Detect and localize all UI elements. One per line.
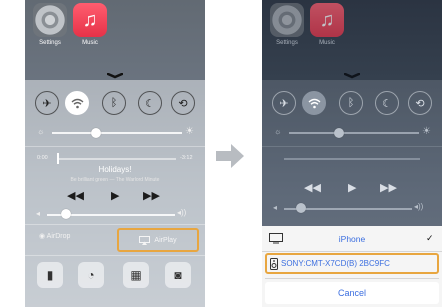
divider	[25, 224, 205, 225]
settings-app-icon[interactable]	[270, 3, 304, 37]
flashlight-icon: ▮	[46, 268, 54, 282]
brightness-low-icon: ☼	[37, 127, 45, 136]
rotation-lock-toggle[interactable]: ⟲	[171, 91, 195, 115]
grabber-handle[interactable]	[344, 73, 360, 79]
bluetooth-icon: ᛒ	[347, 97, 355, 109]
elapsed-time: 0:00	[37, 155, 48, 161]
volume-slider-knob[interactable]	[296, 203, 306, 213]
airplay-icon	[139, 235, 151, 245]
timer-button[interactable]: ◔	[78, 262, 104, 288]
settings-app-label: Settings	[39, 40, 61, 46]
remaining-time: -3:12	[180, 155, 193, 161]
camera-icon: ◙	[174, 268, 182, 282]
divider	[262, 251, 442, 252]
brightness-high-icon: ☀	[422, 126, 431, 137]
track-title: Holidays!	[98, 165, 132, 174]
fast-forward-button[interactable]: ▶▶	[380, 181, 397, 194]
airplay-device-name: SONY:CMT-X7CD(B) 2BC9FC	[281, 259, 390, 268]
settings-app-label: Settings	[276, 40, 298, 46]
moon-icon: ☾	[382, 97, 392, 110]
moon-icon: ☾	[145, 97, 155, 110]
camera-button[interactable]: ◙	[165, 262, 191, 288]
airplane-icon: ✈	[42, 97, 52, 110]
speaker-icon	[270, 258, 278, 270]
airplay-label: AirPlay	[154, 236, 177, 244]
flashlight-button[interactable]: ▮	[37, 262, 63, 288]
airplay-button[interactable]: AirPlay	[117, 228, 199, 252]
scrubber-playhead[interactable]	[57, 153, 59, 164]
airplay-device-iphone[interactable]: iPhone ✓	[262, 229, 442, 249]
scrubber-track[interactable]	[284, 158, 420, 160]
wifi-icon	[71, 98, 83, 108]
brightness-slider-track[interactable]	[289, 132, 419, 134]
rotation-lock-icon: ⟲	[178, 97, 188, 110]
airplay-device-sheet: iPhone ✓ SONY:CMT-X7CD(B) 2BC9FC Cancel	[262, 226, 442, 307]
wifi-toggle[interactable]	[65, 91, 89, 115]
divider	[262, 146, 442, 147]
timer-icon: ◔	[87, 268, 95, 282]
settings-app-icon[interactable]	[33, 3, 67, 37]
do-not-disturb-toggle[interactable]: ☾	[375, 91, 399, 115]
music-app-label: Music	[82, 40, 98, 46]
bluetooth-icon: ᛒ	[110, 97, 118, 109]
cancel-button[interactable]: Cancel	[265, 282, 439, 304]
volume-low-icon: ◂	[273, 203, 278, 212]
cancel-label: Cancel	[337, 288, 366, 298]
brightness-low-icon: ☼	[274, 127, 282, 136]
airplane-mode-toggle[interactable]: ✈	[35, 91, 59, 115]
music-app-label: Music	[319, 40, 335, 46]
volume-high-icon: ◂))	[177, 208, 187, 217]
do-not-disturb-toggle[interactable]: ☾	[138, 91, 162, 115]
left-phone-screen: Settings ♫ Music ✈ ᛒ ☾ ⟲ ☼ ☀ 0:00 -3:12 …	[25, 0, 205, 307]
airdrop-button[interactable]: ◉ AirDrop	[39, 232, 70, 240]
scrubber-track[interactable]	[58, 158, 176, 160]
rewind-button[interactable]: ◀◀	[67, 189, 84, 202]
rotation-lock-toggle[interactable]: ⟲	[408, 91, 432, 115]
bluetooth-toggle[interactable]: ᛒ	[339, 91, 363, 115]
play-button[interactable]: ▶	[111, 189, 119, 202]
track-subtitle: Be brilliant green — The Warlord Minute	[70, 177, 160, 183]
play-button[interactable]: ▶	[348, 181, 356, 194]
brightness-slider-knob[interactable]	[91, 128, 101, 138]
grabber-handle[interactable]	[107, 73, 123, 79]
brightness-slider-knob[interactable]	[334, 128, 344, 138]
brightness-high-icon: ☀	[185, 126, 194, 137]
bluetooth-toggle[interactable]: ᛒ	[102, 91, 126, 115]
arrow-right-icon	[216, 144, 244, 168]
music-app-icon[interactable]: ♫	[73, 3, 107, 37]
music-app-icon[interactable]: ♫	[310, 3, 344, 37]
rewind-button[interactable]: ◀◀	[304, 181, 321, 194]
airplane-icon: ✈	[279, 97, 289, 110]
divider	[265, 278, 439, 279]
calculator-button[interactable]: ▦	[123, 262, 149, 288]
checkmark-icon: ✓	[426, 233, 434, 243]
volume-low-icon: ◂	[36, 209, 41, 218]
volume-slider-knob[interactable]	[61, 209, 71, 219]
airplay-device-sony[interactable]: SONY:CMT-X7CD(B) 2BC9FC	[265, 253, 439, 274]
volume-high-icon: ◂))	[414, 202, 424, 211]
wifi-toggle[interactable]	[302, 91, 326, 115]
rotation-lock-icon: ⟲	[415, 97, 425, 110]
brightness-slider-track[interactable]	[52, 132, 182, 134]
calculator-icon: ▦	[130, 268, 142, 282]
divider	[25, 255, 205, 256]
airplay-device-name: iPhone	[338, 234, 366, 244]
wifi-icon	[308, 98, 320, 108]
airplane-mode-toggle[interactable]: ✈	[272, 91, 296, 115]
divider	[25, 146, 205, 147]
airdrop-icon: ◉	[39, 233, 46, 240]
fast-forward-button[interactable]: ▶▶	[143, 189, 160, 202]
airdrop-label: AirDrop	[46, 233, 71, 240]
